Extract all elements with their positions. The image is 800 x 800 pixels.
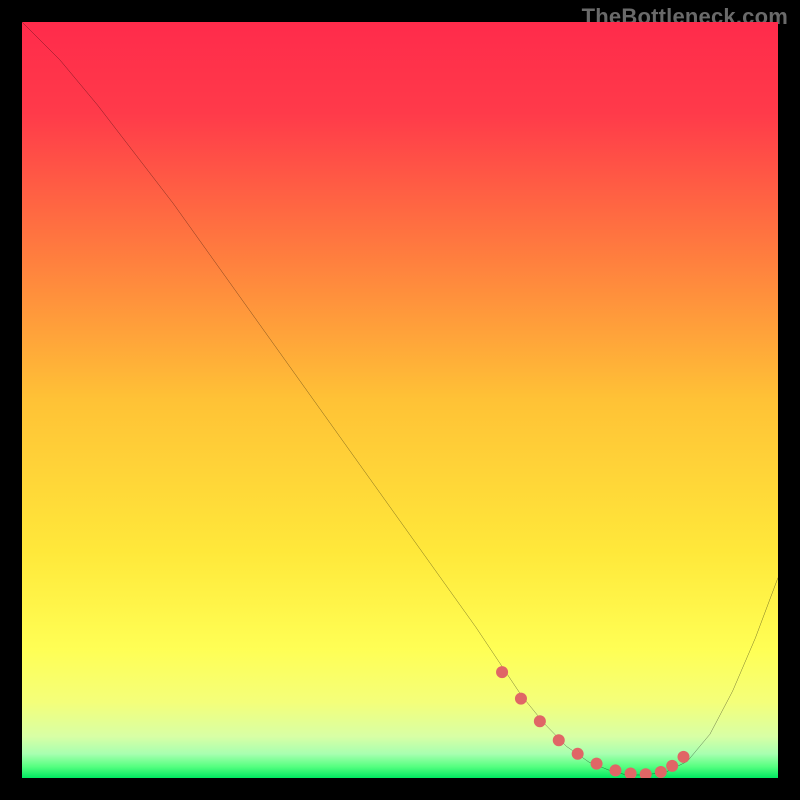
optimal-marker-dot <box>496 666 508 678</box>
optimal-marker-dot <box>666 760 678 772</box>
gradient-background <box>22 22 778 778</box>
optimal-marker-dot <box>591 758 603 770</box>
optimal-marker-dot <box>515 693 527 705</box>
optimal-marker-dot <box>572 748 584 760</box>
chart-frame: TheBottleneck.com <box>0 0 800 800</box>
optimal-marker-dot <box>553 734 565 746</box>
optimal-marker-dot <box>609 764 621 776</box>
optimal-marker-dot <box>655 766 667 778</box>
bottleneck-chart <box>22 22 778 778</box>
optimal-marker-dot <box>677 751 689 763</box>
optimal-marker-dot <box>534 715 546 727</box>
